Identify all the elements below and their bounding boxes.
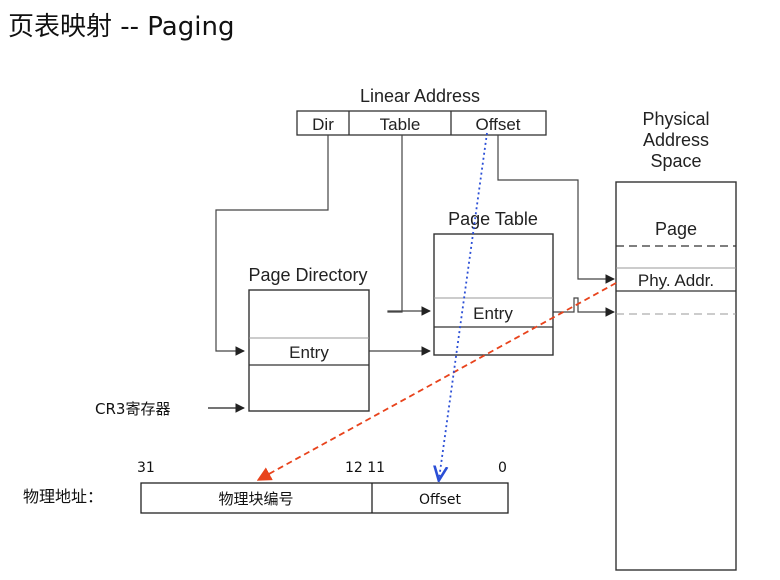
field-dir: Dir — [312, 115, 334, 134]
physical-space-label: Physical Address Space — [642, 109, 709, 171]
bit-0: 0 — [498, 460, 507, 476]
bit-12-11: 12 11 — [345, 460, 385, 476]
paging-diagram: Linear Address Dir Table Offset Page Dir… — [23, 86, 737, 571]
physical-space-box: Page Phy. Addr. — [615, 181, 737, 571]
page-table-label: Page Table — [448, 209, 538, 229]
physical-address-label: 物理地址： — [23, 487, 103, 506]
pt-to-page-arrow — [553, 297, 615, 317]
cr3-label: CR3寄存器 — [95, 400, 170, 418]
linear-address-box: Dir Table Offset — [296, 110, 547, 136]
svg-text:Physical: Physical — [642, 109, 709, 129]
field-offset: Offset — [475, 115, 520, 134]
page-label: Page — [655, 219, 697, 239]
frame-number-field: 物理块编号 — [218, 490, 293, 508]
pd-entry-label: Entry — [289, 343, 329, 362]
page-table-box: Entry — [433, 233, 554, 356]
offset-field: Offset — [419, 492, 462, 508]
field-table: Table — [380, 115, 421, 134]
linear-address-label: Linear Address — [360, 86, 480, 106]
phy-addr-label: Phy. Addr. — [638, 271, 714, 290]
svg-text:Space: Space — [650, 151, 701, 171]
page-directory-box: Entry — [248, 289, 370, 412]
bit-31: 31 — [137, 460, 155, 476]
table-to-pt-arrow — [387, 135, 431, 316]
physical-address-box: 物理块编号 Offset — [140, 482, 509, 514]
pt-entry-label: Entry — [473, 304, 513, 323]
svg-text:Address: Address — [643, 130, 709, 150]
page-directory-label: Page Directory — [248, 265, 367, 285]
